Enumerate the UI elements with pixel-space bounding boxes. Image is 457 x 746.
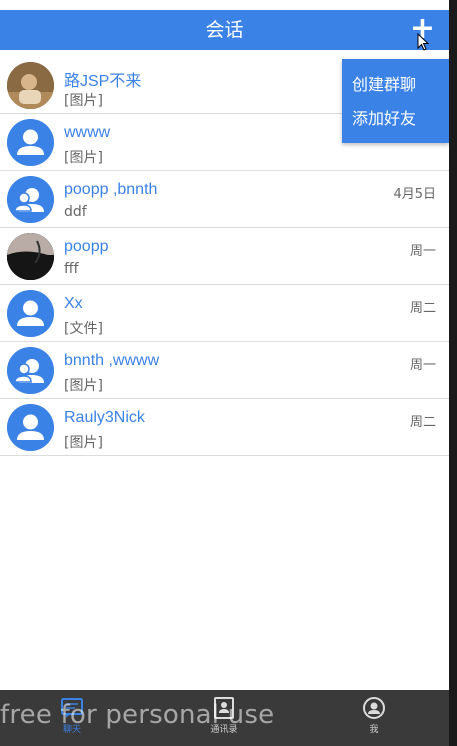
tab-label: 我 — [369, 725, 379, 735]
conversation-name: poopp — [64, 238, 109, 255]
conversation-row[interactable]: poopp fff 周一 — [0, 228, 449, 285]
group-user-icon — [7, 176, 54, 223]
page-title: 会话 — [205, 19, 244, 41]
conversation-name: bnnth ,wwww — [64, 352, 160, 369]
conversation-row[interactable]: Rauly3Nick [图片] 周二 — [0, 399, 449, 456]
photo-person-icon — [7, 62, 54, 109]
conversation-preview: [图片] — [64, 435, 103, 451]
mouse-cursor-icon — [417, 33, 429, 51]
conversation-time: 周一 — [409, 244, 436, 259]
conversation-preview: ddf — [64, 204, 87, 220]
profile-icon — [363, 697, 385, 719]
conversation-preview: fff — [64, 261, 79, 277]
conversation-time: 周一 — [409, 358, 436, 373]
default-user-icon — [7, 290, 54, 337]
window-edge — [449, 0, 457, 746]
conversation-preview: [图片] — [64, 378, 103, 394]
conversation-time: 周二 — [409, 415, 436, 430]
conversation-name: Xx — [64, 295, 83, 312]
conversation-name: Rauly3Nick — [64, 409, 145, 426]
conversation-name: wwww — [64, 124, 111, 141]
tab-me[interactable]: 我 — [324, 690, 424, 746]
menu-item-create-group[interactable]: 创建群聊 — [342, 68, 449, 102]
menu-item-add-friend[interactable]: 添加好友 — [342, 102, 449, 136]
conversation-row[interactable]: bnnth ,wwww [图片] 周一 — [0, 342, 449, 399]
default-user-icon — [7, 119, 54, 166]
default-user-icon — [7, 404, 54, 451]
conversation-preview: [图片] — [64, 93, 103, 109]
app-screen: 会话 + 路JSP不来 [图片] wwww [图片] poopp ,bnnth … — [0, 0, 449, 746]
app-header: 会话 + — [0, 10, 449, 50]
conversation-row[interactable]: poopp ,bnnth ddf 4月5日 — [0, 171, 449, 228]
watermark-text: free for personal use — [0, 700, 275, 730]
photo-dark-icon — [7, 233, 54, 280]
conversation-preview: [文件] — [64, 321, 103, 337]
conversation-name: poopp ,bnnth — [64, 181, 158, 198]
add-popup-menu: 创建群聊 添加好友 — [342, 59, 449, 143]
conversation-name: 路JSP不来 — [64, 73, 142, 90]
conversation-preview: [图片] — [64, 150, 103, 166]
group-user-icon — [7, 347, 54, 394]
conversation-row[interactable]: Xx [文件] 周二 — [0, 285, 449, 342]
conversation-time: 周二 — [409, 301, 436, 316]
conversation-time: 4月5日 — [393, 187, 436, 202]
